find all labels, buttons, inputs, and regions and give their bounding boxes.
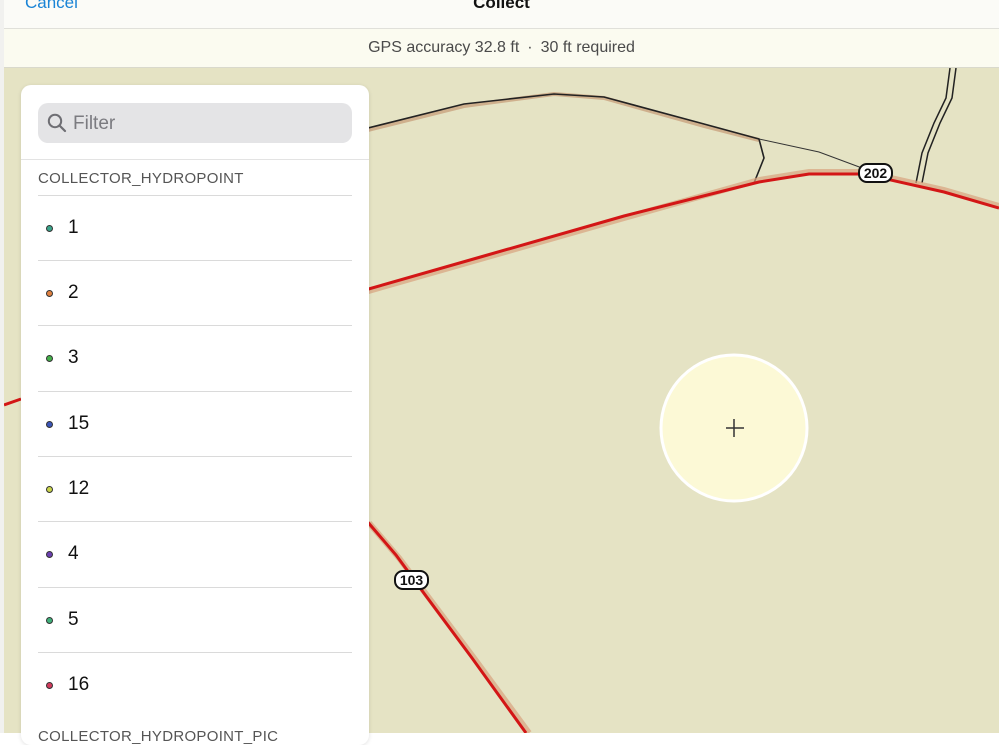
point-symbol-icon	[46, 617, 53, 624]
list-item[interactable]: 16	[38, 652, 352, 717]
road-connector	[758, 138, 863, 169]
point-symbol-icon	[46, 225, 53, 232]
point-symbol-icon	[46, 486, 53, 493]
road-north	[343, 93, 765, 184]
route-shield-202: 202	[858, 163, 893, 183]
search-icon	[47, 113, 67, 133]
list-item[interactable]: 1	[38, 195, 352, 260]
route-shield-103: 103	[394, 570, 429, 590]
list-item-label: 1	[68, 217, 79, 238]
list-item[interactable]: 2	[38, 260, 352, 325]
list-item-label: 4	[68, 543, 79, 564]
point-symbol-icon	[46, 290, 53, 297]
highway-casing	[343, 169, 999, 301]
gps-separator: ·	[527, 39, 533, 56]
divider	[21, 159, 369, 160]
highway-west-stub	[4, 397, 22, 407]
feature-template-panel: COLLECTOR_HYDROPOINT 1 2 3 15 12 4 5 16 …	[21, 85, 369, 745]
list-item-label: 15	[68, 413, 90, 434]
page-title: Collect	[473, 0, 530, 12]
list-item-label: 12	[68, 478, 90, 499]
section-header-collector-hydropoint-pic: COLLECTOR_HYDROPOINT_PIC	[38, 728, 279, 745]
point-symbol-icon	[46, 682, 53, 689]
list-item[interactable]: 5	[38, 587, 352, 652]
point-symbol-icon	[46, 421, 53, 428]
list-item[interactable]: 3	[38, 325, 352, 390]
list-item-label: 5	[68, 609, 79, 630]
filter-search-field[interactable]	[38, 103, 352, 145]
list-item-label: 2	[68, 282, 79, 303]
gps-accuracy-text: GPS accuracy 32.8 ft	[368, 39, 520, 56]
section-header-collector-hydropoint: COLLECTOR_HYDROPOINT	[38, 170, 244, 187]
gps-accuracy-bar: GPS accuracy 32.8 ft · 30 ft required	[4, 29, 999, 68]
road-northeast-b	[921, 68, 957, 184]
point-symbol-icon	[46, 551, 53, 558]
highway-202	[343, 172, 999, 298]
list-item[interactable]: 12	[38, 456, 352, 521]
list-item-label: 3	[68, 347, 79, 368]
filter-input[interactable]	[71, 103, 345, 145]
point-symbol-icon	[46, 355, 53, 362]
list-item[interactable]: 4	[38, 521, 352, 586]
list-item-label: 16	[68, 674, 90, 695]
list-item[interactable]: 15	[38, 391, 352, 456]
road-casing-north	[343, 91, 760, 142]
road-northeast-a	[915, 68, 951, 184]
navigation-bar: Cancel Collect	[4, 0, 999, 29]
gps-required-text: 30 ft required	[540, 39, 635, 56]
